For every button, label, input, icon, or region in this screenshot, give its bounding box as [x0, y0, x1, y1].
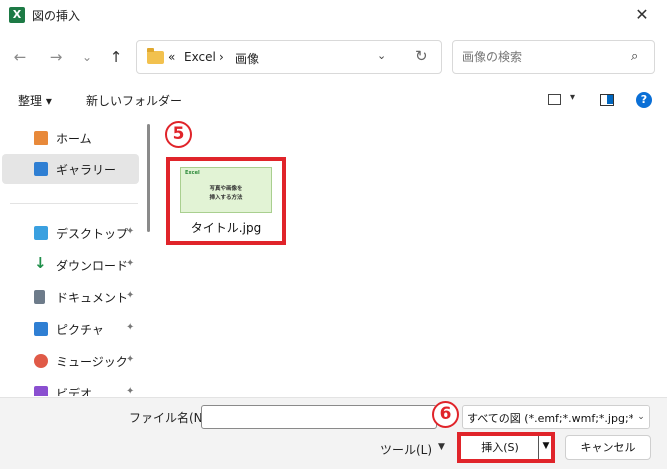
- sidebar-item-videos[interactable]: ビデオ ✦: [2, 378, 139, 396]
- search-icon[interactable]: ⌕: [631, 49, 638, 64]
- folder-icon: [147, 48, 164, 64]
- forward-button[interactable]: →: [45, 46, 67, 68]
- file-name-label: タイトル.jpg: [190, 221, 262, 235]
- sidebar-item-music[interactable]: ミュージック ✦: [2, 346, 139, 376]
- pin-icon: ✦: [126, 386, 135, 396]
- chevron-down-icon[interactable]: ⌄: [633, 406, 649, 428]
- sidebar-item-downloads[interactable]: ↓ ダウンロード ✦: [2, 250, 139, 280]
- sidebar-item-label: デスクトップ: [56, 227, 129, 241]
- sidebar-item-label: ドキュメント: [56, 291, 129, 305]
- sidebar-divider: [10, 203, 138, 204]
- insert-dropdown-icon[interactable]: ▼: [540, 441, 552, 451]
- navigation-bar: ← → ⌄ ↑ « Excel › 画像 ⌄ ↻ ⌕: [0, 34, 667, 80]
- view-dropdown-icon[interactable]: ▾: [570, 92, 575, 103]
- file-type-filter-value: すべての図 (*.emf;*.wmf;*.jpg;*.j: [467, 412, 641, 425]
- desktop-icon: [34, 226, 48, 240]
- thumbnail-tag: Excel: [185, 170, 200, 176]
- sidebar-item-label: ダウンロード: [56, 259, 129, 273]
- back-button[interactable]: ←: [9, 46, 31, 68]
- image-thumbnail: Excel 写真や画像を 挿入する方法: [180, 167, 272, 213]
- pictures-icon: [34, 322, 48, 336]
- file-type-filter[interactable]: すべての図 (*.emf;*.wmf;*.jpg;*.j ⌄: [462, 405, 650, 429]
- tools-menu[interactable]: ツール(L): [380, 441, 432, 458]
- file-name-field[interactable]: [201, 405, 437, 429]
- search-input[interactable]: [462, 50, 622, 64]
- sidebar-item-label: ピクチャ: [56, 323, 104, 337]
- title-bar: X 図の挿入 ✕: [0, 0, 667, 30]
- command-bar: 整理 ▾ 新しいフォルダー ▾ ?: [0, 86, 667, 114]
- breadcrumb-images[interactable]: 画像: [235, 50, 259, 67]
- view-mode-icon[interactable]: [548, 94, 561, 105]
- download-icon: ↓: [34, 254, 47, 272]
- sidebar-item-label: ビデオ: [56, 387, 93, 396]
- gallery-icon: [34, 162, 48, 176]
- address-bar[interactable]: « Excel › 画像 ⌄ ↻: [136, 40, 442, 74]
- breadcrumb-excel[interactable]: Excel: [184, 50, 216, 64]
- sidebar-item-pictures[interactable]: ピクチャ ✦: [2, 314, 139, 344]
- help-icon[interactable]: ?: [636, 92, 652, 108]
- new-folder-button[interactable]: 新しいフォルダー: [86, 92, 182, 109]
- sidebar-item-gallery[interactable]: ギャラリー: [2, 154, 139, 184]
- insert-button[interactable]: 挿入(S): [464, 438, 536, 458]
- tools-dropdown-icon[interactable]: ▼: [438, 442, 445, 452]
- sidebar-item-label: ギャラリー: [56, 163, 117, 177]
- address-dropdown-icon[interactable]: ⌄: [377, 49, 386, 62]
- preview-pane-icon[interactable]: [600, 94, 614, 106]
- breadcrumb-separator: ›: [219, 50, 224, 64]
- documents-icon: [34, 290, 45, 304]
- pin-icon: ✦: [126, 322, 135, 333]
- navigation-pane: ホーム ギャラリー デスクトップ ✦ ↓ ダウンロード ✦ ドキュメント ✦ ピ…: [0, 116, 155, 396]
- step-marker-5: 5: [165, 121, 192, 148]
- pin-icon: ✦: [126, 354, 135, 365]
- organize-menu[interactable]: 整理 ▾: [18, 92, 52, 109]
- insert-split-button: 挿入(S) ▼: [457, 432, 555, 463]
- excel-app-icon: X: [9, 7, 25, 23]
- sidebar-item-label: ミュージック: [56, 355, 128, 369]
- window-title: 図の挿入: [32, 9, 81, 23]
- file-name-label: ファイル名(N):: [129, 411, 212, 425]
- breadcrumb-overflow[interactable]: «: [168, 50, 175, 64]
- up-folder-button[interactable]: ↑: [105, 46, 127, 68]
- thumbnail-line: 写真や画像を: [209, 186, 243, 192]
- sidebar-item-desktop[interactable]: デスクトップ ✦: [2, 218, 139, 248]
- sidebar-item-label: ホーム: [56, 132, 92, 146]
- file-list: 5 Excel 写真や画像を 挿入する方法 タイトル.jpg: [155, 116, 667, 396]
- home-icon: [34, 131, 48, 145]
- sidebar-item-home[interactable]: ホーム: [2, 123, 139, 153]
- pin-icon: ✦: [126, 226, 135, 237]
- refresh-icon[interactable]: ↻: [415, 47, 428, 65]
- pin-icon: ✦: [126, 290, 135, 301]
- recent-locations-button[interactable]: ⌄: [76, 46, 98, 68]
- search-box[interactable]: ⌕: [452, 40, 655, 74]
- thumbnail-line: 挿入する方法: [209, 195, 243, 201]
- pin-icon: ✦: [126, 258, 135, 269]
- close-button[interactable]: ✕: [628, 4, 656, 26]
- dialog-footer: ファイル名(N): すべての図 (*.emf;*.wmf;*.jpg;*.j ⌄…: [0, 397, 667, 469]
- music-icon: [34, 354, 48, 368]
- sidebar-item-documents[interactable]: ドキュメント ✦: [2, 282, 139, 312]
- file-item-title-jpg[interactable]: Excel 写真や画像を 挿入する方法 タイトル.jpg: [166, 157, 286, 245]
- sidebar-scrollbar[interactable]: [147, 124, 150, 232]
- split-divider: [538, 436, 539, 459]
- videos-icon: [34, 386, 48, 396]
- step-marker-6: 6: [432, 401, 459, 428]
- cancel-button[interactable]: キャンセル: [565, 435, 651, 460]
